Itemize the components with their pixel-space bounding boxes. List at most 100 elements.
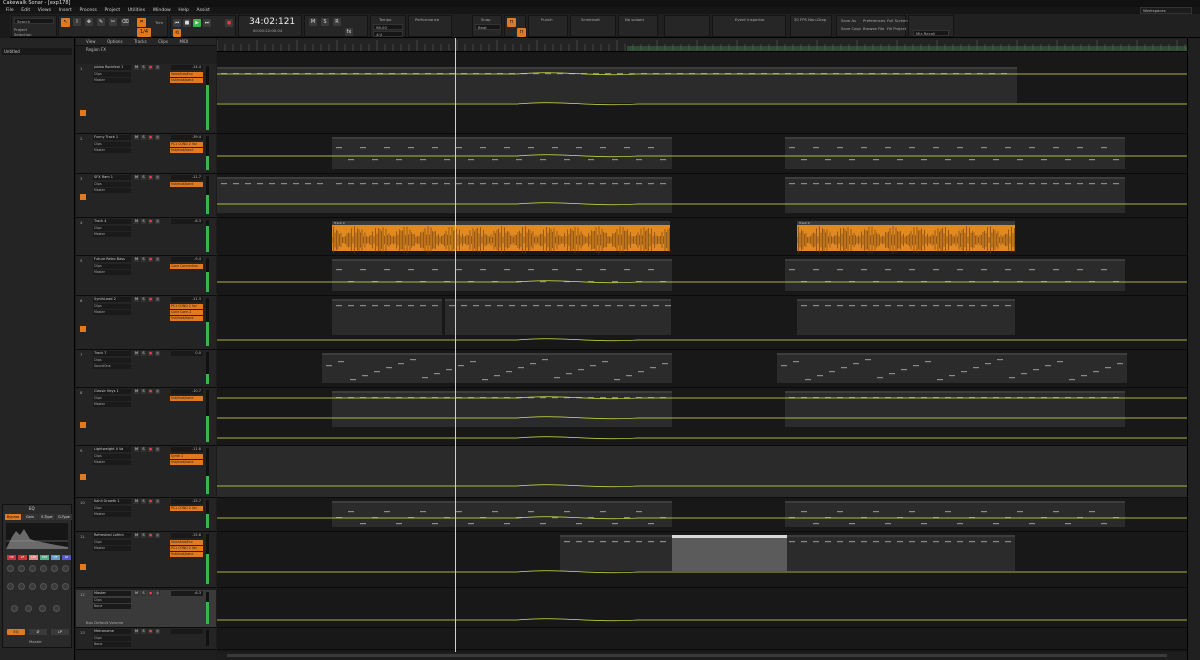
eq-knob-5[interactable] [51,565,58,572]
track-name[interactable]: Jubba Rockfest 1 [93,65,131,70]
record-arm-button[interactable]: ● [148,629,153,634]
mute-button[interactable]: M [134,447,139,452]
eq-knob-14[interactable] [25,605,32,612]
record-arm-button[interactable]: ● [148,65,153,70]
play-icon[interactable]: ▶ [193,19,201,27]
eq-knob-6[interactable] [62,565,69,572]
eq-graph[interactable] [6,523,68,549]
fx-plugin[interactable]: PC1 COND 2 Vol [170,304,203,309]
input-echo-button[interactable]: ◎ [155,629,160,634]
snap-value[interactable]: 1/4 [137,28,151,37]
input-echo-button[interactable]: ◎ [155,175,160,180]
automation-envelope[interactable] [217,134,1187,174]
record-arm-button[interactable]: ● [148,257,153,262]
volume-value[interactable]: -14.4 [171,65,203,70]
input-select[interactable]: Clips [93,182,131,187]
volume-value[interactable] [171,629,203,634]
solo-button[interactable]: S [141,175,146,180]
record-arm-button[interactable]: ● [148,591,153,596]
input-select[interactable]: Clips [93,636,131,641]
input-select[interactable]: Clips [93,396,131,401]
fx-plugin[interactable]: VoiceAutoEnv [170,72,203,77]
track-lane[interactable] [217,388,1187,446]
menu-project[interactable]: Project [104,7,120,14]
mix-recall-select[interactable]: Mix Recall [913,30,949,36]
input-echo-button[interactable]: ◎ [155,499,160,504]
automation-lane-tag[interactable] [80,422,86,428]
track-header[interactable]: 10 Kahli Growth 1 M S ● ◎ -15.7 Clips Master PC1 … [76,498,216,532]
track-header[interactable]: 6 SynthLead 2 M S ● ◎ -11.3 Clips Master PC1 COND… [76,296,216,350]
mute-button[interactable]: M [134,65,139,70]
loop-icon[interactable]: ⟲ [173,29,181,37]
record-arm-button[interactable]: ● [148,499,153,504]
track-lane[interactable] [217,296,1187,350]
solo-button[interactable]: S [141,135,146,140]
mute-button[interactable]: M [134,351,139,356]
mute-button[interactable]: M [134,219,139,224]
input-select[interactable]: Clips [93,226,131,231]
save-as-button[interactable]: Save As [841,18,856,23]
automation-lane-tag[interactable] [80,326,86,332]
track-name[interactable]: Lightweight 4 Va [93,447,131,452]
fx-plugin[interactable]: Vst/mod/band [170,396,203,401]
solo-button[interactable]: S [141,389,146,394]
solo-button[interactable]: S [141,629,146,634]
toolbar-clips[interactable]: Clips [158,38,168,46]
output-select[interactable]: Master [93,232,131,237]
eq-knob-7[interactable] [7,583,14,590]
solo-button[interactable]: S [141,297,146,302]
track-lane[interactable] [217,498,1187,532]
eq-knob-15[interactable] [39,605,46,612]
preferences-button[interactable]: Preferences [863,18,885,23]
eq-tab-gain[interactable]: Gain [22,514,38,520]
mute-button[interactable]: M [134,257,139,262]
mute-button[interactable]: M [134,175,139,180]
input-echo-button[interactable]: ◎ [155,65,160,70]
mute-button[interactable]: M [134,629,139,634]
solo-button[interactable]: S [141,499,146,504]
input-echo-button[interactable]: ◎ [155,219,160,224]
input-select[interactable]: Clips [93,540,131,545]
volume-value[interactable]: -10.7 [171,389,203,394]
eq-knob-2[interactable] [18,565,25,572]
output-select[interactable]: Master [93,546,131,551]
fx-plugin[interactable]: Vst/mod/band [170,78,203,83]
full-screen-button[interactable]: Full Screen [887,18,908,23]
toolbar-tracks[interactable]: Tracks [134,38,147,46]
stop-icon[interactable]: ■ [183,19,191,27]
automation-envelope[interactable] [217,590,1187,628]
track-lane[interactable] [217,174,1187,218]
eq-phase-button[interactable]: Ø [29,629,47,635]
eq-knob-8[interactable] [18,583,25,590]
track-name[interactable]: SynthLead 2 [93,297,131,302]
track-lane[interactable] [217,350,1187,388]
track-name[interactable]: Master [93,591,131,596]
menu-assist[interactable]: Assist [196,7,209,14]
output-select[interactable]: Master [93,460,131,465]
menu-edit[interactable]: Edit [21,7,30,14]
output-select[interactable]: Master [93,148,131,153]
automation-envelope[interactable] [217,498,1187,532]
horizontal-scrollbar[interactable] [217,652,1187,660]
solo-button[interactable]: S [141,65,146,70]
input-select[interactable]: Clips [93,264,131,269]
record-arm-button[interactable]: ● [148,533,153,538]
volume-value[interactable]: -15.6 [171,533,203,538]
menu-views[interactable]: Views [38,7,51,14]
input-select[interactable]: Clips [93,358,131,363]
track-header[interactable]: 2 Funny Track 1 M S ● ◎ -39.4 Clips Master PC1 CO… [76,134,216,174]
eq-knob-12[interactable] [62,583,69,590]
output-select[interactable]: Master [93,78,131,83]
record-icon[interactable]: ● [225,19,233,27]
menu-help[interactable]: Help [178,7,188,14]
record-arm-button[interactable]: ● [148,175,153,180]
solo-button[interactable]: S [141,447,146,452]
output-select[interactable]: Master [93,310,131,315]
track-name[interactable]: Funny Track 1 [93,135,131,140]
track-header[interactable]: 3 SFX Ram 1 M S ● ◎ -11.7 Clips Master Vst/mod/ba… [76,174,216,218]
automation-envelope[interactable] [217,388,1187,446]
eq-band-hmf[interactable]: HM [40,555,49,560]
menu-utilities[interactable]: Utilities [128,7,145,14]
record-arm-button[interactable]: ● [148,351,153,356]
toolbar-region-fx[interactable]: Region FX [86,46,106,54]
